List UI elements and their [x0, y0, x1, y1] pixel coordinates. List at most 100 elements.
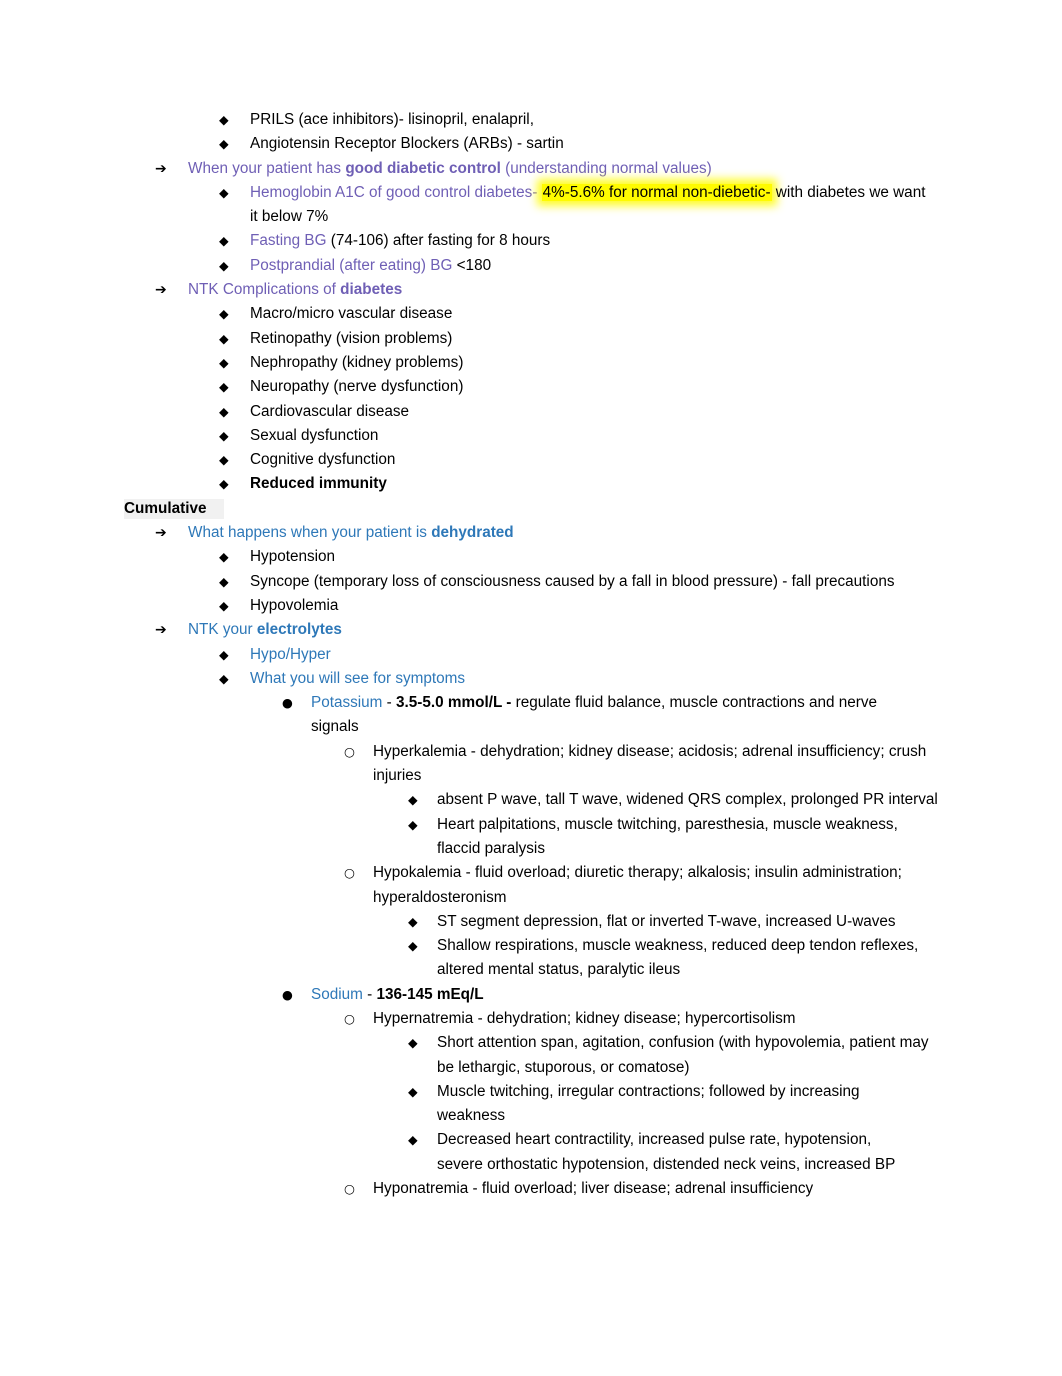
diamond-bullet-icon: ◆ [219, 427, 229, 443]
arrow-bullet-icon: ➔ [155, 622, 167, 639]
list-item-text: When your patient has good diabetic cont… [188, 157, 933, 181]
diamond-bullet-icon: ◆ [219, 573, 229, 589]
arrow-bullet-icon: ➔ [155, 160, 167, 177]
list-item-text: absent P wave, tall T wave, widened QRS … [437, 791, 938, 809]
list-item-text: Postprandial (after eating) BG <180 [250, 254, 933, 278]
list-item-text: Hemoglobin A1C of good control diabetes-… [250, 181, 933, 230]
list-item-text: Retinopathy (vision problems) [250, 329, 453, 347]
list-item-text: Fasting BG (74-106) after fasting for 8 … [250, 229, 933, 253]
list-item-text: Syncope (temporary loss of consciousness… [250, 572, 895, 590]
list-item: ◆ Cardiovascular disease [0, 400, 1062, 424]
list-item: ◆ absent P wave, tall T wave, widened QR… [0, 788, 1062, 812]
list-item-sodium: ● Sodium - 136-145 mEq/L [0, 983, 1062, 1007]
list-item-text: Angiotensin Receptor Blockers (ARBs) - s… [250, 135, 564, 153]
text-run: Fasting BG [250, 232, 327, 250]
diamond-bullet-icon: ◆ [219, 306, 229, 322]
diamond-bullet-icon: ◆ [219, 112, 229, 127]
list-item-text: Muscle twitching, irregular contractions… [437, 1082, 860, 1125]
list-item-a1c: ◆ Hemoglobin A1C of good control diabete… [0, 181, 1062, 230]
list-item-text: Heart palpitations, muscle twitching, pa… [437, 815, 898, 857]
diamond-bullet-icon: ◆ [219, 646, 229, 662]
list-item-text: What you will see for symptoms [250, 669, 466, 687]
list-item-text: Hyperkalemia - dehydration; kidney disea… [373, 742, 927, 785]
text-run: (understanding normal values) [500, 159, 712, 177]
list-item-hyponatremia: ○ Hyponatremia - fluid overload; liver d… [0, 1177, 1062, 1201]
hollow-circle-bullet-icon: ○ [344, 743, 355, 759]
diamond-bullet-icon: ◆ [219, 184, 229, 200]
list-item-text: Hypernatremia - dehydration; kidney dise… [373, 1009, 796, 1027]
list-item: ◆ Decreased heart contractility, increas… [0, 1128, 1062, 1177]
list-item-dehydrated: ➔ What happens when your patient is dehy… [0, 521, 1062, 545]
list-item-text: Cognitive dysfunction [250, 451, 396, 469]
list-item-hypernatremia: ○ Hypernatremia - dehydration; kidney di… [0, 1007, 1062, 1031]
text-run: Potassium [311, 694, 383, 712]
arrow-bullet-icon: ➔ [155, 525, 167, 542]
text-run: (74-106) after fasting for 8 hours [326, 232, 551, 250]
list-item: ◆ Retinopathy (vision problems) [0, 327, 1062, 351]
text-run: NTK your [188, 621, 257, 639]
diamond-bullet-icon: ◆ [408, 938, 418, 954]
list-item-fasting-bg: ◆ Fasting BG (74-106) after fasting for … [0, 229, 1062, 253]
text-run: - [362, 985, 377, 1003]
document-page: ◆ PRILS (ace inhibitors)- lisinopril, en… [0, 0, 1062, 1376]
list-item: ◆ Muscle twitching, irregular contractio… [0, 1080, 1062, 1129]
list-item-text: Reduced immunity [250, 475, 387, 493]
list-item: ◆ Hypovolemia [0, 594, 1062, 618]
text-run: - [382, 694, 397, 712]
list-item: ◆ Heart palpitations, muscle twitching, … [0, 813, 1062, 862]
list-item: ◆ Short attention span, agitation, confu… [0, 1031, 1062, 1080]
outline-content: ◆ PRILS (ace inhibitors)- lisinopril, en… [0, 108, 1062, 1201]
text-run: When your patient has [188, 159, 346, 177]
diamond-bullet-icon: ◆ [408, 792, 418, 808]
list-item: ◆ Shallow respirations, muscle weakness,… [0, 934, 1062, 983]
text-run: Postprandial (after eating) BG [250, 256, 453, 274]
text-run-bold: diabetes [340, 281, 403, 299]
diamond-bullet-icon: ◆ [408, 816, 418, 832]
list-item-text: Sexual dysfunction [250, 426, 379, 444]
list-item-good-diabetic-control: ➔ When your patient has good diabetic co… [0, 157, 1062, 181]
list-item-text: Shallow respirations, muscle weakness, r… [437, 937, 919, 979]
diamond-bullet-icon: ◆ [219, 452, 229, 468]
hollow-circle-bullet-icon: ○ [344, 1181, 355, 1197]
diamond-bullet-icon: ◆ [219, 233, 229, 249]
list-item: ◆ Sexual dysfunction [0, 424, 1062, 448]
text-run-bold: electrolytes [256, 621, 342, 639]
list-item-postprandial-bg: ◆ Postprandial (after eating) BG <180 [0, 254, 1062, 278]
list-item-text: Hypokalemia - fluid overload; diuretic t… [373, 864, 902, 906]
diamond-bullet-icon: ◆ [219, 403, 229, 419]
section-heading-text: Cumulative [124, 498, 225, 519]
list-item-text: Cardiovascular disease [250, 402, 409, 420]
list-item: ◆ Angiotensin Receptor Blockers (ARBs) -… [0, 132, 1062, 156]
list-item-text: Hyponatremia - fluid overload; liver dis… [373, 1180, 814, 1198]
diamond-bullet-icon: ◆ [219, 330, 229, 346]
list-item-text: Nephropathy (kidney problems) [250, 353, 464, 371]
list-item-text: Neuropathy (nerve dysfunction) [250, 378, 464, 396]
list-item-text: Sodium - 136-145 mEq/L [311, 983, 911, 1007]
filled-circle-bullet-icon: ● [282, 986, 293, 1002]
diamond-bullet-icon: ◆ [219, 549, 229, 565]
list-item: ◆ PRILS (ace inhibitors)- lisinopril, en… [0, 108, 1062, 132]
text-run: <180 [452, 256, 492, 274]
list-item-text: Short attention span, agitation, confusi… [437, 1034, 929, 1076]
list-item-text: NTK Complications of diabetes [188, 278, 933, 302]
list-item-ntk-complications: ➔ NTK Complications of diabetes [0, 278, 1062, 302]
list-item-syncope: ◆ Syncope (temporary loss of consciousne… [0, 570, 1062, 594]
hollow-circle-bullet-icon: ○ [344, 865, 355, 881]
list-item-text: NTK your electrolytes [188, 618, 933, 642]
list-item: ◆ Neuropathy (nerve dysfunction) [0, 375, 1062, 399]
list-item-hyperkalemia: ○ Hyperkalemia - dehydration; kidney dis… [0, 740, 1062, 789]
text-run: What happens when your patient is [188, 524, 432, 542]
list-item-text: PRILS (ace inhibitors)- lisinopril, enal… [250, 111, 534, 128]
text-run: NTK Complications of [188, 281, 341, 299]
list-item: ◆ Macro/micro vascular disease [0, 302, 1062, 326]
diamond-bullet-icon: ◆ [219, 257, 229, 273]
section-heading-cumulative: Cumulative [0, 497, 1062, 521]
text-run-bold: 3.5-5.0 mmol/L - [396, 694, 512, 712]
list-item-text: Potassium - 3.5-5.0 mmol/L - regulate fl… [311, 691, 911, 740]
arrow-bullet-icon: ➔ [155, 282, 167, 299]
list-item-hypo-hyper: ◆ Hypo/Hyper [0, 643, 1062, 667]
text-run-bold: dehydrated [431, 524, 514, 542]
text-run-bold: good diabetic control [345, 159, 501, 177]
text-run-bold: 136-145 mEq/L [376, 985, 484, 1003]
list-item-hypokalemia: ○ Hypokalemia - fluid overload; diuretic… [0, 861, 1062, 910]
